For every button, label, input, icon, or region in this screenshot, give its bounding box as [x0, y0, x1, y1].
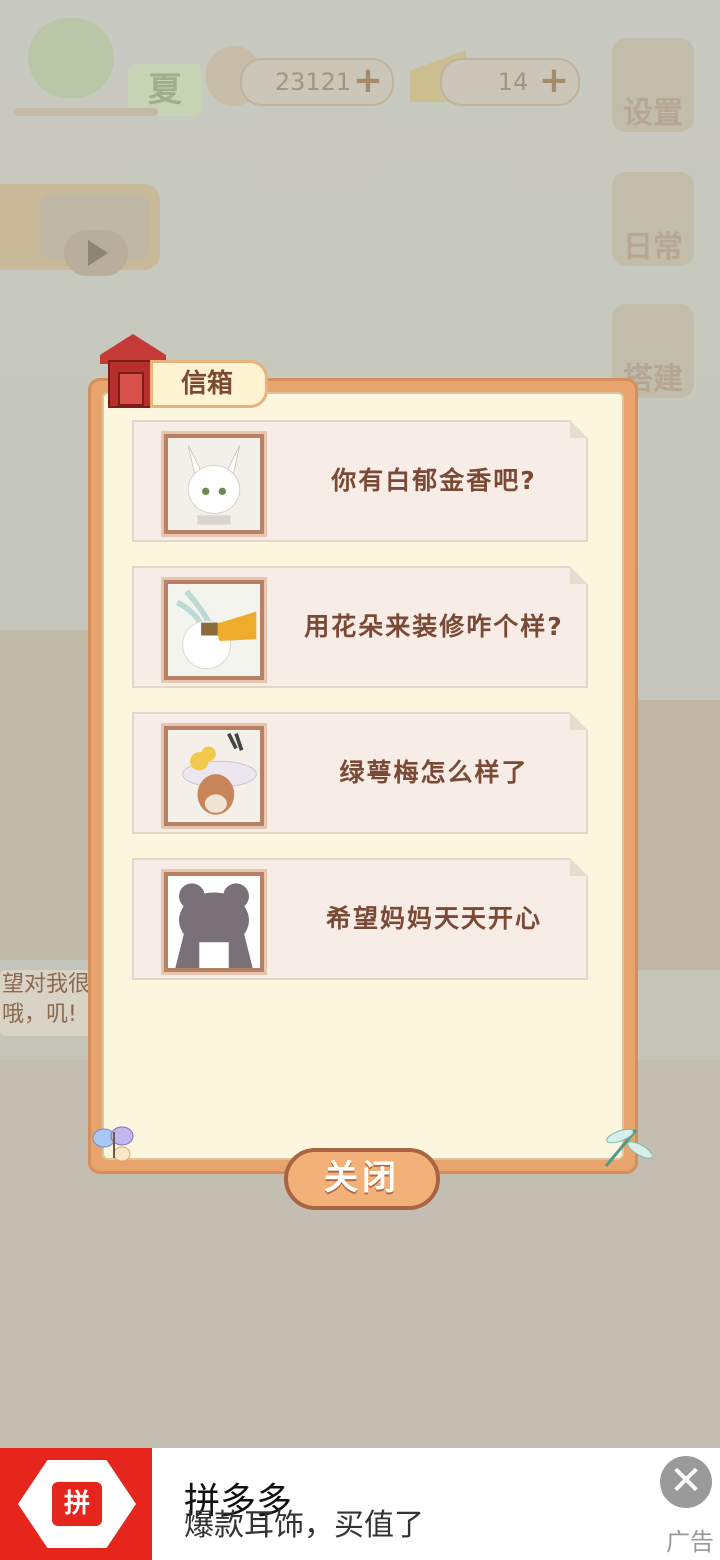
- silhouette-avatar: [164, 872, 264, 972]
- settings-button[interactable]: 设置: [612, 38, 694, 132]
- ad-subtitle: 爆款耳饰，买值了: [184, 1508, 424, 1543]
- tree-icon: [28, 18, 114, 98]
- season-progress-bar: [14, 108, 158, 116]
- pinduoduo-logo: 拼: [0, 1448, 152, 1560]
- fish-count: 23121: [274, 68, 352, 96]
- speech-line-2: 哦，叽!: [2, 1002, 77, 1027]
- antelope-hat-avatar: [164, 726, 264, 826]
- letter-text: 绿萼梅怎么样了: [339, 758, 529, 787]
- season-indicator[interactable]: 夏: [28, 18, 202, 116]
- white-bird-avatar: [164, 580, 264, 680]
- background-house-left: [0, 630, 90, 960]
- fish-currency: 23121 +: [240, 58, 394, 106]
- speech-line-1: 望对我很: [2, 972, 91, 997]
- background-house-right: [630, 700, 720, 970]
- letter-item[interactable]: 你有白郁金香吧?: [132, 420, 588, 542]
- logo-text: 拼: [52, 1482, 102, 1526]
- cheese-currency: 14 +: [440, 58, 580, 106]
- ad-tag: 广告: [666, 1528, 714, 1556]
- daily-button[interactable]: 日常: [612, 172, 694, 266]
- letter-text: 用花朵来装修咋个样?: [304, 612, 564, 641]
- dialog-title: 信箱: [150, 360, 268, 408]
- add-fish-button[interactable]: +: [350, 63, 386, 100]
- ad-close-icon[interactable]: ✕: [660, 1456, 712, 1508]
- white-fox-avatar: [164, 434, 264, 534]
- letter-item[interactable]: 希望妈妈天天开心: [132, 858, 588, 980]
- daily-label: 日常: [623, 230, 683, 265]
- butterfly-icon: [92, 1126, 134, 1162]
- background-speech-bubble: 望对我很 哦，叽!: [0, 970, 102, 1036]
- dragonfly-icon: [604, 1128, 652, 1167]
- video-play-icon[interactable]: [64, 230, 128, 276]
- letter-text: 希望妈妈天天开心: [325, 904, 542, 933]
- close-button[interactable]: 关闭: [284, 1148, 440, 1210]
- ad-banner[interactable]: 拼 拼多多 爆款耳饰，买值了: [0, 1448, 720, 1560]
- letter-item[interactable]: 绿萼梅怎么样了: [132, 712, 588, 834]
- letter-item[interactable]: 用花朵来装修咋个样?: [132, 566, 588, 688]
- settings-label: 设置: [623, 96, 683, 131]
- letter-text: 你有白郁金香吧?: [331, 466, 537, 495]
- add-cheese-button[interactable]: +: [536, 63, 572, 100]
